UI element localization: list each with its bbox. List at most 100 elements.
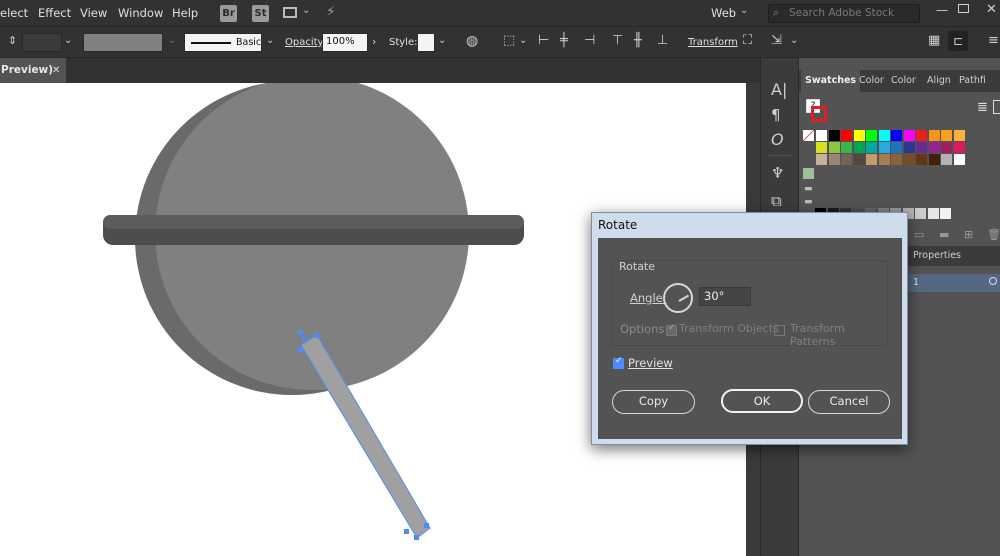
layer-target-icon[interactable] [989,277,997,285]
workspace-switcher[interactable]: Web [711,6,736,20]
swatch[interactable] [927,208,939,219]
cancel-button[interactable]: Cancel [808,390,890,414]
stock-button[interactable]: St [252,5,269,22]
recolor-artwork-icon[interactable]: ◍ [466,33,478,49]
swatch[interactable] [853,142,865,153]
menu-help[interactable]: Help [172,6,198,20]
new-swatch-icon[interactable]: ⊞ [964,228,973,241]
swatch[interactable] [915,208,926,219]
graphic-style-swatch[interactable] [417,33,435,52]
align-bottom-icon[interactable]: ⊥ [657,33,668,48]
swatch[interactable] [866,154,877,165]
preview-checkbox[interactable]: ✓ [613,356,624,369]
menu-effect[interactable]: Effect [38,6,71,20]
swatch[interactable] [941,142,952,153]
stroke-profile-select[interactable]: Basic [184,33,262,52]
layer-row[interactable]: 1 [907,274,1000,292]
swatch[interactable] [953,154,965,165]
copy-button[interactable]: Copy [612,390,695,414]
transform-objects-checkbox[interactable]: ✓ [666,323,677,336]
swatch[interactable] [953,142,965,153]
tab-pathfinder[interactable]: Pathfi [955,70,990,92]
swatch[interactable] [841,154,852,165]
swatch[interactable] [891,142,902,153]
tab-color-guide[interactable]: Color [887,70,920,92]
document-tab[interactable]: Preview) ✕ [0,58,66,83]
swatch[interactable] [866,142,877,153]
minimize-icon[interactable]: — [936,3,948,17]
chevron-down-icon[interactable]: ⌄ [790,35,798,46]
swatch[interactable] [928,154,940,165]
close-tab-icon[interactable]: ✕ [52,58,60,83]
swatch[interactable] [841,130,852,141]
swatch[interactable] [916,142,927,153]
swatch[interactable] [816,142,827,153]
character-icon[interactable]: A| [771,80,787,99]
chevron-right-icon[interactable]: › [372,35,376,48]
list-view-icon[interactable]: ≣ [977,100,988,115]
angle-dial-icon[interactable] [663,283,693,313]
menu-window[interactable]: Window [118,6,163,20]
menu-select[interactable]: elect [0,6,28,20]
menu-icon[interactable]: ≡ [988,33,999,48]
chevron-down-icon[interactable]: ⌄ [266,35,274,46]
delete-swatch-icon[interactable]: 🗑 [987,228,1000,241]
restore-icon[interactable] [958,4,969,13]
swatch[interactable] [903,142,915,153]
ok-button[interactable]: OK [721,389,803,413]
swatch[interactable] [891,154,902,165]
tab-swatches[interactable]: Swatches [801,70,861,92]
arrange-icon[interactable]: ▦ [928,33,940,48]
chevron-down-icon[interactable]: ⌄ [519,35,527,46]
panel-toggle-icon[interactable]: ⊏ [948,31,968,51]
folder-new-icon[interactable]: ▬ [939,228,949,241]
swatch[interactable] [916,154,927,165]
tab-align[interactable]: Align [923,70,955,92]
chevron-down-icon[interactable]: ⌄ [438,35,446,46]
chevron-down-icon[interactable]: ⌄ [740,5,748,16]
stroke-color-icon[interactable] [811,106,827,122]
fill-field[interactable] [22,33,62,52]
swatch[interactable] [878,154,890,165]
swatch[interactable] [828,142,840,153]
gpu-performance-icon[interactable]: ⚡ [326,4,336,20]
puppet-warp-icon[interactable]: ♆ [771,164,784,182]
none-swatch[interactable] [803,130,814,141]
paragraph-icon[interactable]: ¶ [771,106,781,124]
swatch[interactable] [941,154,952,165]
swatch[interactable] [853,130,865,141]
swatch[interactable] [903,130,915,141]
tab-properties[interactable]: Properties [909,245,965,267]
swatch[interactable] [941,130,952,141]
swatch[interactable] [866,130,877,141]
search-stock-input[interactable]: Search Adobe Stock [768,4,920,23]
align-right-icon[interactable]: ⊣ [584,33,595,48]
swatch[interactable] [853,154,865,165]
transform-link[interactable]: Transform [688,37,738,48]
transform-patterns-checkbox[interactable] [774,325,785,336]
swatch[interactable] [928,130,940,141]
transform-panel-icon[interactable]: ⧉ [771,192,782,210]
swatch[interactable] [816,154,827,165]
align-horizontal-center-icon[interactable]: ╪ [560,33,568,48]
swatch[interactable] [916,130,927,141]
swatch[interactable] [841,142,852,153]
bridge-button[interactable]: Br [220,5,237,22]
selection-options-icon[interactable]: ⇲ [771,33,782,48]
swatch[interactable] [828,130,840,141]
align-left-icon[interactable]: ⊢ [538,33,549,48]
stroke-weight-field[interactable] [83,33,163,52]
isolate-icon[interactable]: ⛶ [743,33,752,48]
grid-view-icon[interactable] [993,100,1000,114]
opacity-input[interactable]: 100% [322,33,368,52]
align-to-icon[interactable]: ⬚ [503,33,515,48]
swatch[interactable] [828,154,840,165]
chevron-down-icon[interactable]: ⌄ [64,35,72,46]
swatch[interactable] [940,208,951,219]
menu-view[interactable]: View [80,6,107,20]
close-window-icon[interactable]: ✕ [986,2,997,17]
stepper-icon[interactable]: ⇕ [8,34,17,47]
swatch[interactable] [928,142,940,153]
swatch[interactable] [953,130,965,141]
align-top-icon[interactable]: ⊤ [612,33,623,48]
